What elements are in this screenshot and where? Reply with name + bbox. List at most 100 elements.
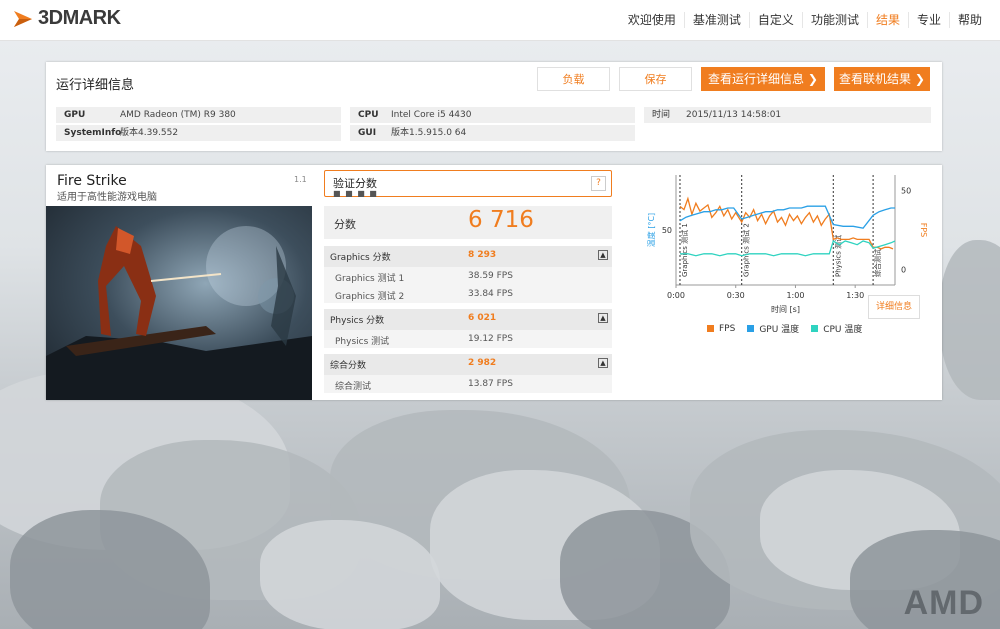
combined-score-header: 综合分数 2 982 ▲ [324,354,612,375]
view-run-details-button[interactable]: 查看运行详细信息 ❯ [701,67,825,91]
score-value: 6 716 [468,207,534,233]
top-navigation-bar: 3DMARK 欢迎使用 基准测试 自定义 功能测试 结果 专业 帮助 [0,0,1000,41]
collapse-toggle-icon[interactable]: ▲ [598,358,608,368]
app-logo[interactable]: 3DMARK [12,7,121,30]
gpu-label: GPU [64,110,86,120]
view-run-details-label: 查看运行详细信息 [708,72,805,86]
time-value: 2015/11/13 14:58:01 [686,110,782,120]
x-tick-label: 1:00 [786,291,804,300]
legend-swatch [707,325,714,332]
x-tick-label: 0:00 [667,291,685,300]
main-nav: 欢迎使用 基准测试 自定义 功能测试 结果 专业 帮助 [620,0,990,40]
subtest-label: Graphics 测试 2 [335,292,405,302]
x-axis-label: 时间 [s] [771,304,800,314]
legend-label: CPU 温度 [823,325,863,335]
nav-item-help[interactable]: 帮助 [948,12,990,28]
help-icon[interactable]: ? [591,176,606,191]
subtest-label: 综合测试 [335,382,372,392]
chevron-right-icon: ❯ [914,72,925,86]
cpu-label: CPU [358,110,379,120]
graphics-score-group: Graphics 分数 8 293 ▲ Graphics 测试 1 38.59 … [324,246,612,303]
subtest-row: Physics 测试 19.12 FPS [324,330,612,348]
load-button[interactable]: 负载 [537,67,610,91]
series-line-fps [679,196,894,250]
section-label: Graphics 测试 2 [742,223,751,277]
subtest-value: 33.84 FPS [468,289,513,299]
score-column: 验证分数 ■ ■ ■ ■ ? 分数 6 716 Graphics 分数 8 29… [323,165,615,400]
test-subtitle: 适用于高性能游戏电脑 [57,192,157,203]
run-details-panel: 运行详细信息 负载 保存 查看运行详细信息 ❯ 查看联机结果 ❯ GPU AMD… [46,62,942,151]
physics-score-value: 6 021 [468,313,497,323]
x-tick-label: 1:30 [846,291,864,300]
nav-item-welcome[interactable]: 欢迎使用 [620,12,684,28]
monitoring-chart-area: Graphics 测试 1 Graphics 测试 2 Physics 测试 综合测试… [629,165,942,400]
y-right-axis-label: FPS [919,223,928,238]
subtest-row: Graphics 测试 2 33.84 FPS [324,285,612,303]
y-right-tick-label: 50 [901,187,911,196]
time-label: 时间 [652,110,671,120]
chevron-right-icon: ❯ [807,72,818,86]
test-version: 1.1 [294,175,307,184]
legend-label: GPU 温度 [759,325,800,335]
graphics-score-label: Graphics 分数 [330,253,391,263]
cpu-info-row: CPU Intel Core i5 4430 [350,107,635,123]
y-left-axis-label: 温度 [°C] [646,213,656,247]
physics-score-label: Physics 分数 [330,316,385,326]
nav-item-results[interactable]: 结果 [866,12,908,28]
physics-score-group: Physics 分数 6 021 ▲ Physics 测试 19.12 FPS [324,309,612,348]
subtest-value: 38.59 FPS [468,271,513,281]
subtest-label: Physics 测试 [335,337,390,347]
y-left-tick-label: 50 [662,226,672,235]
time-info-row: 时间 2015/11/13 14:58:01 [644,107,931,123]
legend-swatch [811,325,819,332]
test-name: Fire Strike [57,173,127,189]
subtest-value: 13.87 FPS [468,379,513,389]
systeminfo-info-row: SystemInfo 版本4.39.552 [56,125,341,141]
legend-label: FPS [719,323,736,334]
subtest-value: 19.12 FPS [468,334,513,344]
section-label: Graphics 测试 1 [680,223,689,277]
systeminfo-value: 版本4.39.552 [120,128,179,138]
graphics-score-value: 8 293 [468,250,497,260]
subtest-row: 综合测试 13.87 FPS [324,375,612,393]
y-right-tick-label: 0 [901,265,906,274]
brand-name: 3DMARK [38,7,121,29]
legend-item-gpu-temp: GPU 温度 [747,322,799,335]
legend-swatch [747,325,755,332]
legend-item-fps: FPS [707,322,735,335]
verify-score-box: 验证分数 ■ ■ ■ ■ ? [324,170,612,198]
nav-item-feature-tests[interactable]: 功能测试 [801,12,867,28]
nav-item-custom[interactable]: 自定义 [748,12,802,28]
fire-strike-scene-icon [46,226,312,400]
combined-score-value: 2 982 [468,358,497,368]
section-label: 综合测试 [873,249,882,277]
combined-score-label: 综合分数 [330,361,367,371]
chart-legend: FPS GPU 温度 CPU 温度 [707,322,874,335]
nav-item-professional[interactable]: 专业 [907,12,949,28]
gpu-info-row: GPU AMD Radeon (TM) R9 380 Series(15.200… [56,107,341,136]
save-button[interactable]: 保存 [619,67,692,91]
combined-score-group: 综合分数 2 982 ▲ 综合测试 13.87 FPS [324,354,612,393]
3dmark-logo-icon [14,10,32,27]
graphics-score-header: Graphics 分数 8 293 ▲ [324,246,612,267]
chart-details-button[interactable]: 详细信息 [868,295,920,319]
score-label: 分数 [334,218,356,231]
collapse-toggle-icon[interactable]: ▲ [598,250,608,260]
collapse-toggle-icon[interactable]: ▲ [598,313,608,323]
subtest-label: Graphics 测试 1 [335,274,405,284]
subtest-row: Graphics 测试 1 38.59 FPS [324,267,612,285]
gui-label: GUI [358,128,377,138]
gui-info-row: GUI 版本1.5.915.0 64 [350,125,635,141]
nav-item-benchmarks[interactable]: 基准测试 [683,12,749,28]
amd-watermark: AMD [903,584,984,622]
verify-status-indicator: ■ ■ ■ ■ [333,189,378,198]
view-online-results-label: 查看联机结果 [839,72,912,86]
overall-score-box: 分数 6 716 [324,206,612,239]
legend-item-cpu-temp: CPU 温度 [811,322,862,335]
result-panel: Fire Strike 适用于高性能游戏电脑 1.1 验证分数 ■ ■ ■ ■ … [46,165,942,400]
physics-score-header: Physics 分数 6 021 ▲ [324,309,612,330]
view-online-results-button[interactable]: 查看联机结果 ❯ [834,67,930,91]
cpu-value: Intel Core i5 4430 [391,110,472,120]
series-line-cpu-temp [680,240,896,257]
gui-value: 版本1.5.915.0 64 [391,128,467,138]
